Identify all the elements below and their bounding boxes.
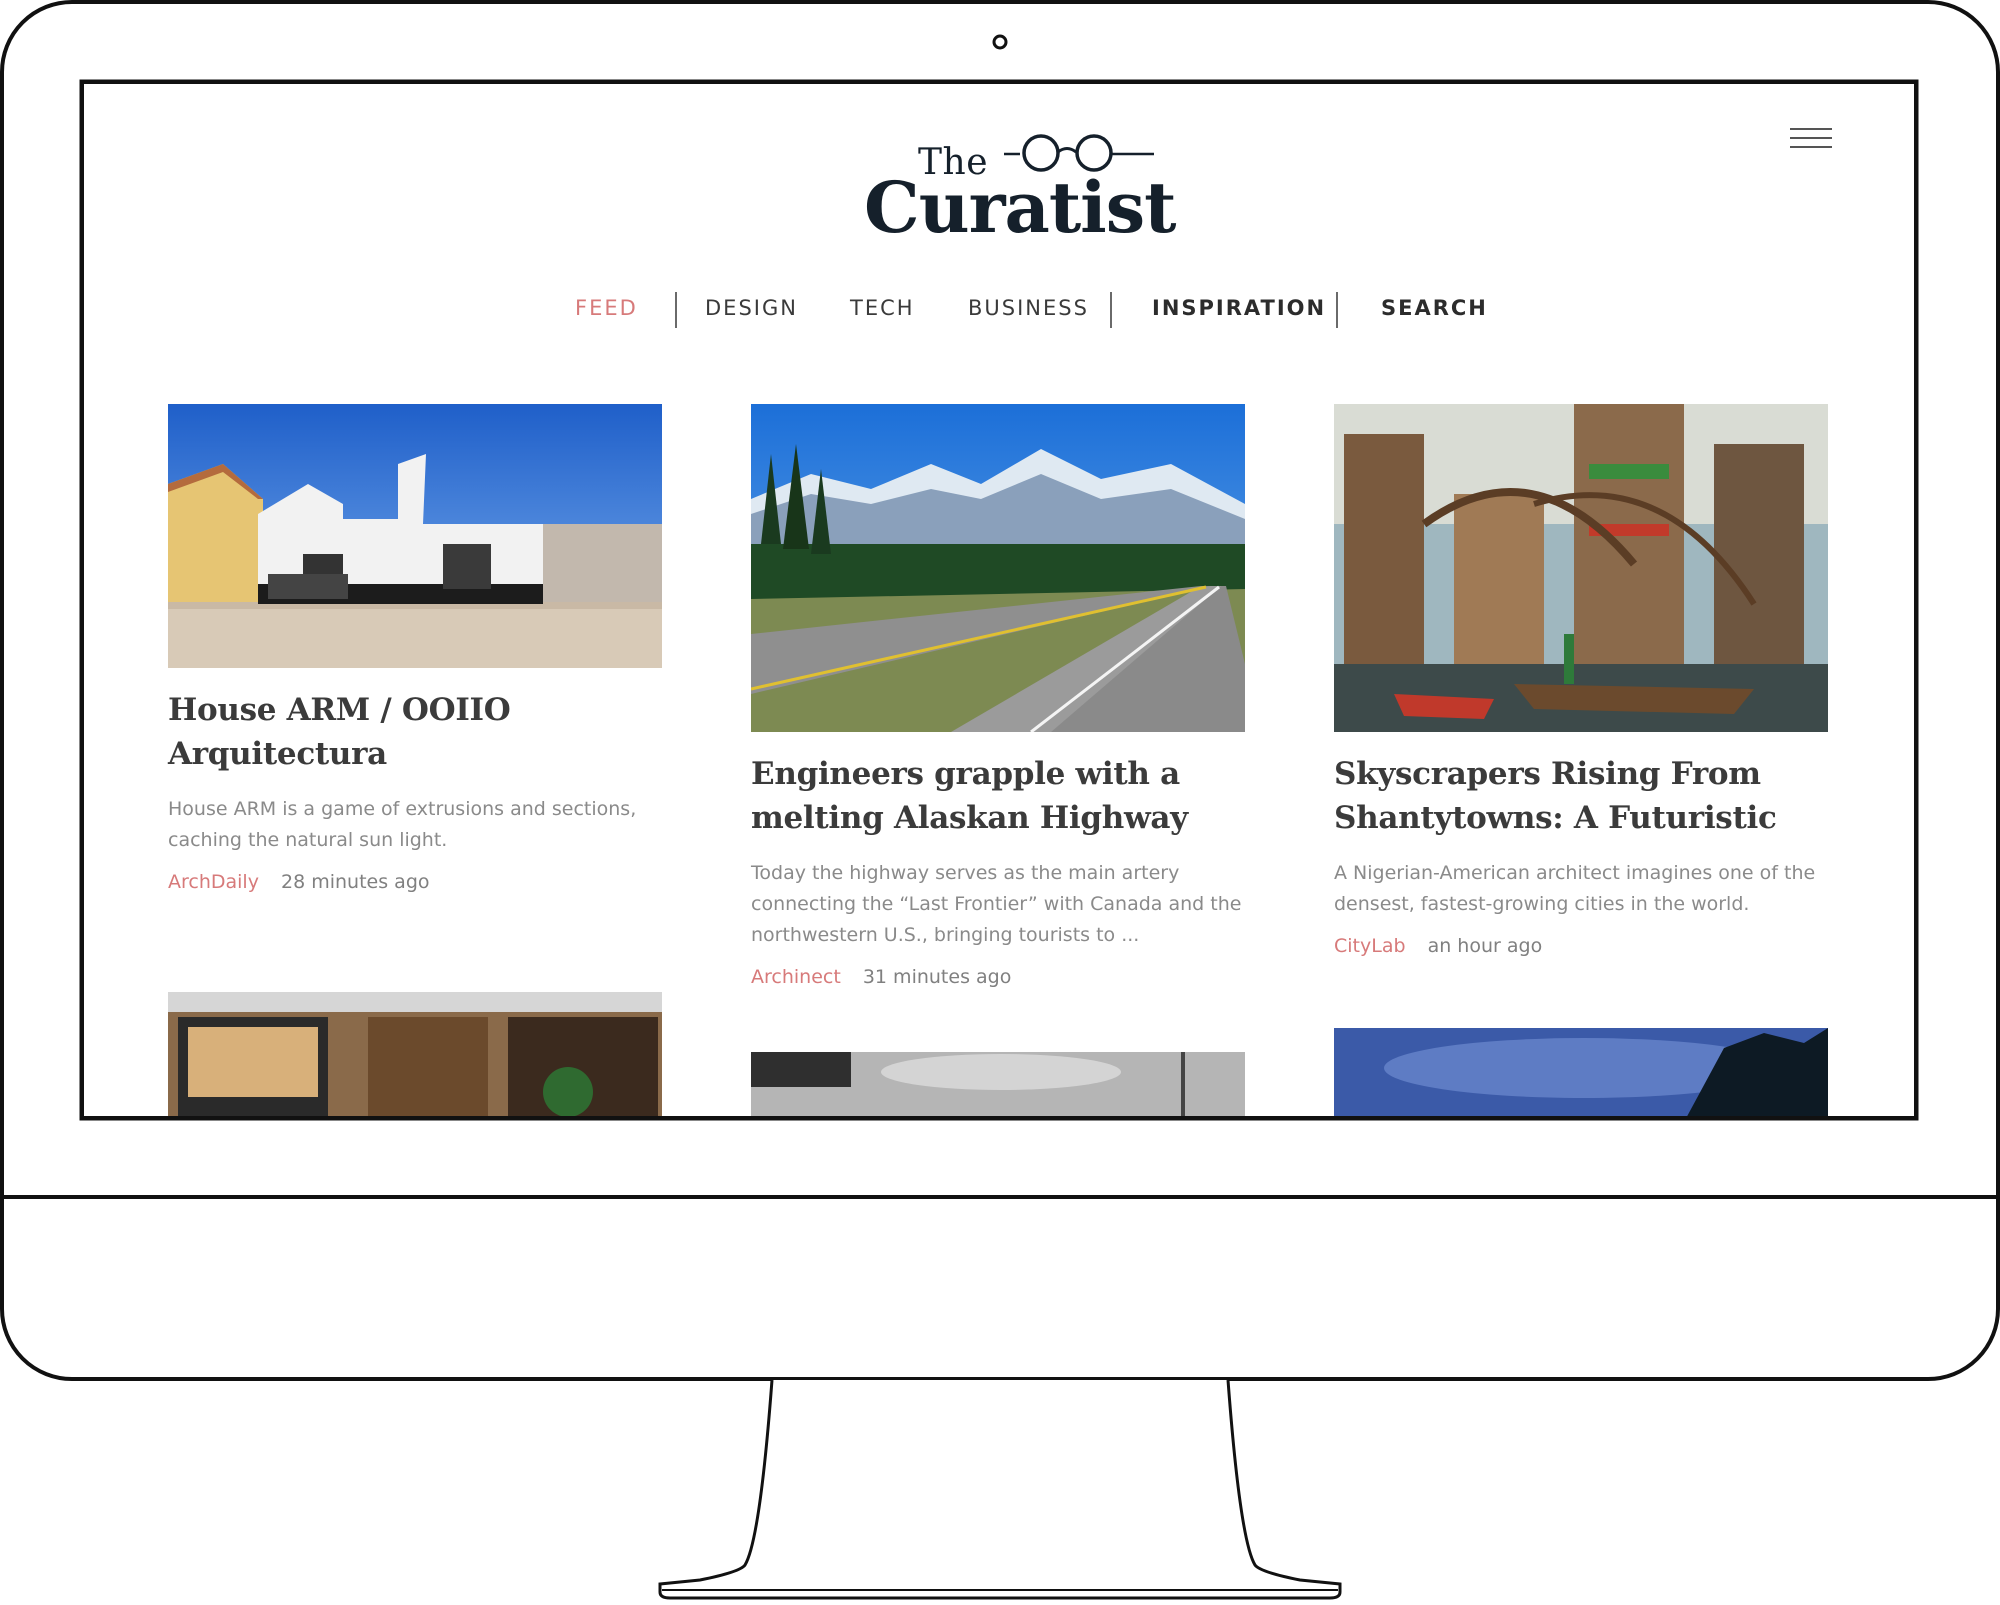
article-source[interactable]: ArchDaily xyxy=(168,871,259,893)
article-source[interactable]: CityLab xyxy=(1334,935,1406,957)
article-title[interactable]: House ARM / OOIIO Arquitectura xyxy=(168,688,662,776)
article-time: 28 minutes ago xyxy=(281,871,430,893)
article-description: A Nigerian-American architect imagines o… xyxy=(1334,862,1816,915)
article-meta: ArchDaily 28 minutes ago xyxy=(168,868,662,896)
nav-divider xyxy=(1336,292,1338,328)
article-source[interactable]: Archinect xyxy=(751,966,841,988)
nav-item-tech[interactable]: TECH xyxy=(850,288,915,328)
hamburger-menu-icon[interactable] xyxy=(1790,128,1832,150)
article-image-house[interactable] xyxy=(168,404,662,668)
nav-item-design[interactable]: DESIGN xyxy=(705,288,798,328)
article-image-cityview[interactable] xyxy=(751,1052,1245,1116)
article-time: an hour ago xyxy=(1427,935,1543,957)
article-card[interactable]: Skyscrapers Rising From Shantytowns: A F… xyxy=(1334,404,1828,960)
screen: The Curatist FEED DESIGN TECH BUSINESS I… xyxy=(84,84,1914,1116)
article-image-highway[interactable] xyxy=(751,404,1245,732)
main-nav: FEED DESIGN TECH BUSINESS INSPIRATION SE… xyxy=(84,288,1914,328)
menu-line xyxy=(1790,137,1832,139)
article-meta: CityLab an hour ago xyxy=(1334,932,1828,960)
article-title[interactable]: Skyscrapers Rising From Shantytowns: A F… xyxy=(1334,752,1828,840)
article-meta: Archinect 31 minutes ago xyxy=(751,963,1245,991)
article-image-shantytown[interactable] xyxy=(1334,404,1828,732)
glasses-icon xyxy=(1004,134,1154,172)
nav-item-inspiration[interactable]: INSPIRATION xyxy=(1152,288,1326,328)
article-card[interactable]: Engineers grapple with a melting Alaskan… xyxy=(751,404,1245,991)
article-time: 31 minutes ago xyxy=(862,966,1012,988)
menu-line xyxy=(1790,128,1832,130)
article-card[interactable]: House ARM / OOIIO Arquitectura House ARM… xyxy=(168,404,662,896)
article-description: Today the highway serves as the main art… xyxy=(751,862,1242,946)
nav-item-business[interactable]: BUSINESS xyxy=(968,288,1089,328)
menu-line xyxy=(1790,146,1832,148)
article-image-cafe[interactable] xyxy=(168,992,662,1116)
article-image-night-sky[interactable] xyxy=(1334,1028,1828,1116)
nav-divider xyxy=(1110,292,1112,328)
article-description: House ARM is a game of extrusions and se… xyxy=(168,798,637,851)
nav-item-search[interactable]: SEARCH xyxy=(1381,288,1488,328)
article-title[interactable]: Engineers grapple with a melting Alaskan… xyxy=(751,752,1245,840)
nav-item-feed[interactable]: FEED xyxy=(575,288,638,328)
imac-mockup: The Curatist FEED DESIGN TECH BUSINESS I… xyxy=(0,0,2000,1605)
nav-divider xyxy=(675,292,677,328)
logo-curatist-text: Curatist xyxy=(864,166,1177,249)
